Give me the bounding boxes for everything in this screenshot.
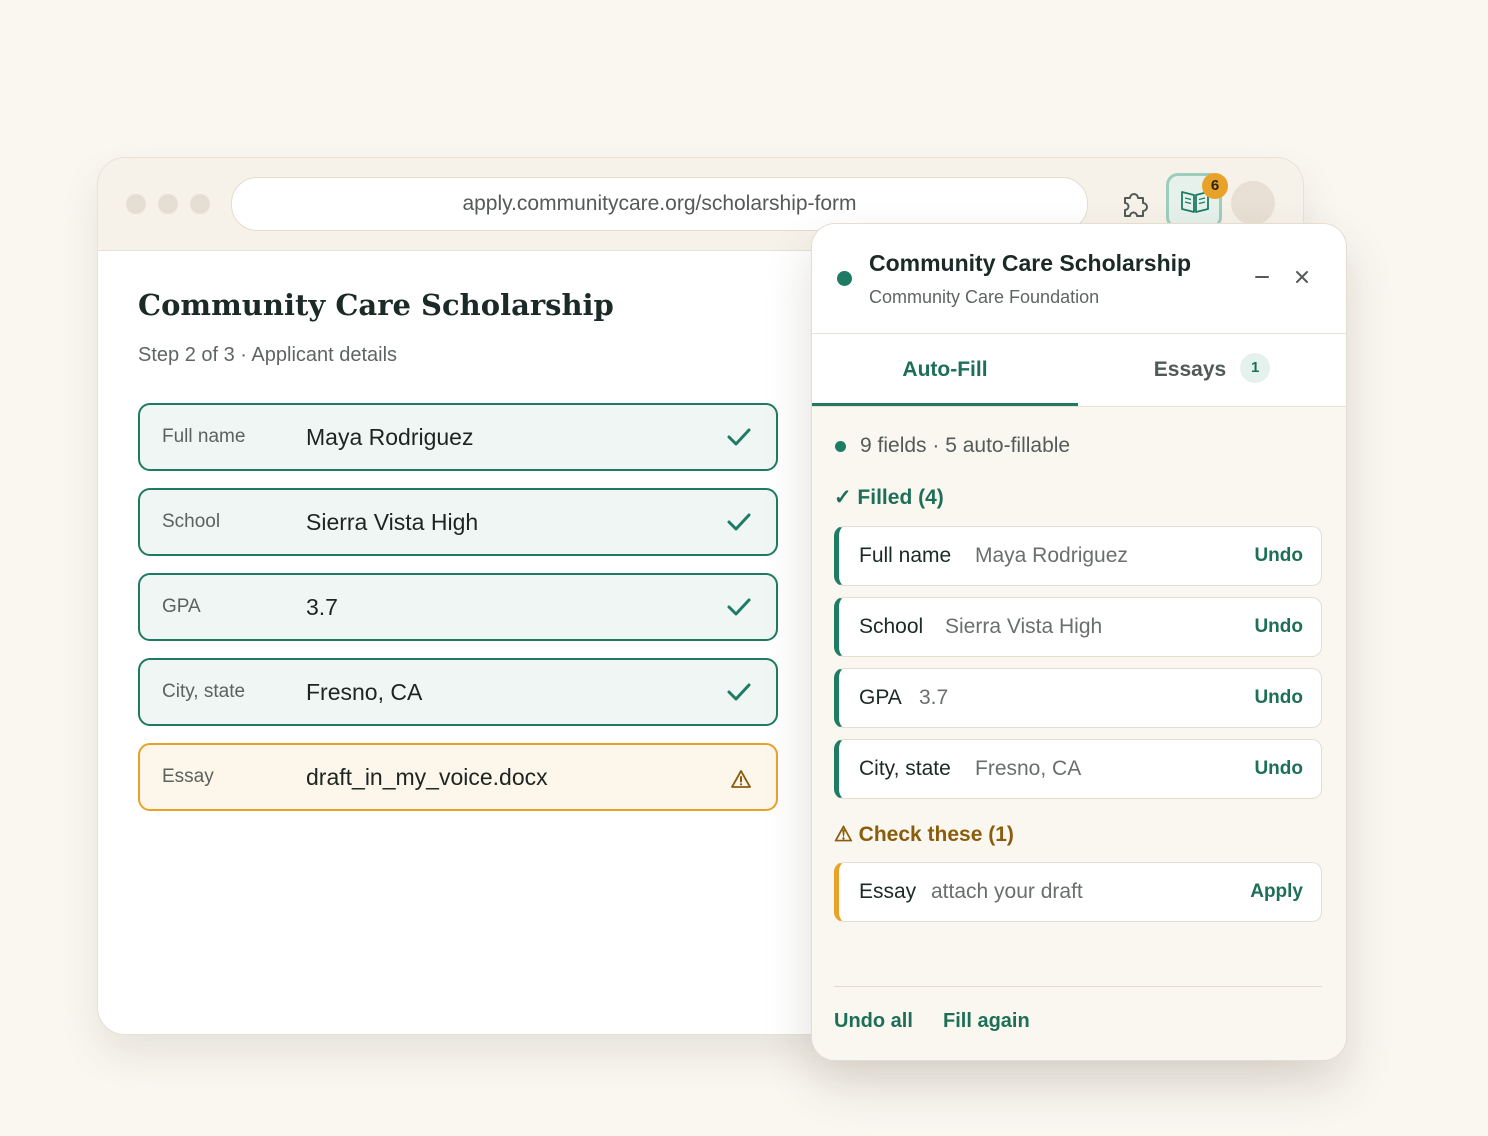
row-value: 3.7 (919, 686, 949, 709)
row-label: School (859, 615, 924, 638)
tab-label: Auto-Fill (902, 358, 988, 381)
page-step-subtitle: Step 2 of 3 · Applicant details (138, 344, 398, 366)
filled-row-gpa: GPA 3.7 Undo (834, 668, 1322, 728)
field-label: Full name (162, 426, 246, 447)
undo-button[interactable]: Undo (1254, 669, 1303, 727)
row-value: Sierra Vista High (945, 615, 1103, 638)
undo-button[interactable]: Undo (1254, 527, 1303, 585)
tab-essays[interactable]: Essays 1 (1078, 334, 1346, 406)
apply-button[interactable]: Apply (1250, 863, 1303, 921)
checkmark-icon (727, 513, 751, 531)
panel-tabs: Auto-Fill Essays 1 (812, 334, 1346, 407)
summary-dot (835, 441, 846, 452)
panel-header: Community Care Scholarship Community Car… (812, 224, 1346, 334)
window-control-maximize[interactable] (190, 194, 210, 214)
undo-button[interactable]: Undo (1254, 740, 1303, 798)
status-dot (837, 271, 852, 286)
field-value[interactable]: 3.7 (306, 575, 338, 639)
footer-divider (834, 986, 1322, 987)
filled-row-school: School Sierra Vista High Undo (834, 597, 1322, 657)
form-field-full-name[interactable]: Full name Maya Rodriguez (138, 403, 778, 471)
form-field-school[interactable]: School Sierra Vista High (138, 488, 778, 556)
filled-section-heading: ✓ Filled (4) (834, 486, 944, 509)
autofill-extension-panel: Community Care Scholarship Community Car… (811, 223, 1347, 1061)
row-label: City, state (859, 757, 951, 780)
field-label: GPA (162, 596, 201, 617)
field-label: School (162, 511, 221, 532)
checkmark-icon (727, 428, 751, 446)
fields-summary: 9 fields · 5 auto-fillable (860, 434, 1071, 457)
window-control-minimize[interactable] (158, 194, 178, 214)
row-value: attach your draft (931, 880, 1083, 903)
puzzle-icon[interactable] (1118, 186, 1152, 220)
field-label: Essay (162, 766, 214, 787)
field-value[interactable]: Sierra Vista High (306, 490, 478, 554)
extension-count-badge: 6 (1202, 173, 1228, 199)
tab-label: Essays (1153, 358, 1227, 381)
row-label: Essay (859, 880, 917, 903)
page-title: Community Care Scholarship (138, 288, 614, 322)
filled-row-full-name: Full name Maya Rodriguez Undo (834, 526, 1322, 586)
warning-icon (731, 770, 751, 788)
tab-auto-fill[interactable]: Auto-Fill (812, 334, 1078, 406)
row-value: Fresno, CA (975, 757, 1082, 780)
close-icon[interactable] (1294, 269, 1310, 285)
form-field-city-state[interactable]: City, state Fresno, CA (138, 658, 778, 726)
checkmark-icon (727, 598, 751, 616)
check-section-heading: ⚠ Check these (1) (834, 823, 1014, 846)
tab-count-badge: 1 (1240, 353, 1271, 384)
field-value[interactable]: Maya Rodriguez (306, 405, 473, 469)
field-value[interactable]: draft_in_my_voice.docx (306, 745, 548, 809)
row-label: GPA (859, 686, 902, 709)
panel-title: Community Care Scholarship (869, 250, 1192, 276)
form-field-essay[interactable]: Essay draft_in_my_voice.docx (138, 743, 778, 811)
undo-all-button[interactable]: Undo all (834, 1010, 913, 1033)
undo-button[interactable]: Undo (1254, 598, 1303, 656)
window-control-close[interactable] (126, 194, 146, 214)
field-value[interactable]: Fresno, CA (306, 660, 422, 724)
minimize-icon[interactable] (1254, 269, 1270, 285)
check-row-essay: Essay attach your draft Apply (834, 862, 1322, 922)
profile-avatar[interactable] (1231, 181, 1275, 225)
checkmark-icon (727, 683, 751, 701)
fill-again-button[interactable]: Fill again (943, 1010, 1030, 1033)
row-value: Maya Rodriguez (975, 544, 1128, 567)
form-field-gpa[interactable]: GPA 3.7 (138, 573, 778, 641)
field-label: City, state (162, 681, 246, 702)
panel-organization: Community Care Foundation (869, 287, 1100, 307)
filled-row-city-state: City, state Fresno, CA Undo (834, 739, 1322, 799)
row-label: Full name (859, 544, 952, 567)
